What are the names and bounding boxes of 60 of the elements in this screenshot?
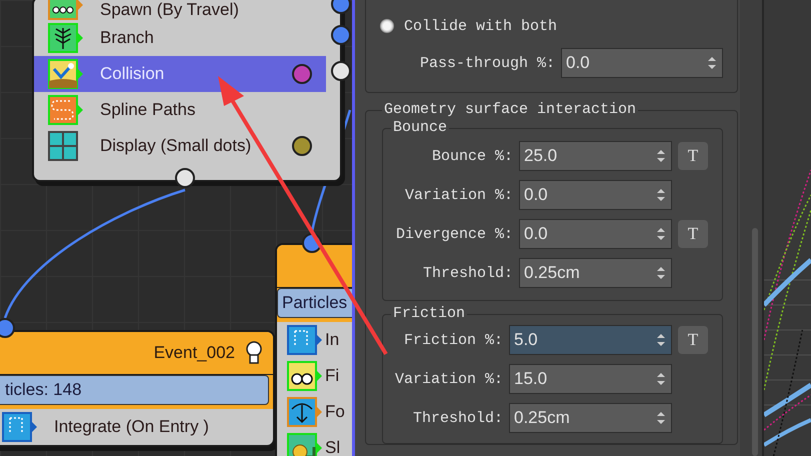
spinner-arrows-icon[interactable] — [657, 266, 665, 280]
scrollbar[interactable] — [752, 228, 758, 456]
group-title: Geometry surface interaction — [383, 101, 638, 119]
field-label: Threshold: — [412, 410, 503, 426]
operator-row[interactable]: Integrate (On Entry ) — [0, 409, 273, 445]
spinner-field[interactable]: 25.0 — [519, 141, 672, 171]
output-port[interactable] — [331, 61, 351, 81]
field-label: Friction %: — [402, 332, 503, 348]
spinner-field[interactable]: 0.0 — [519, 219, 672, 249]
event-title: Event_002 — [154, 343, 235, 363]
input-port[interactable] — [0, 318, 15, 338]
operator-row[interactable]: Branch — [34, 20, 326, 56]
spline-operator-icon — [48, 95, 84, 125]
collision-operator-icon — [48, 59, 84, 89]
integrate-operator-icon — [2, 412, 38, 442]
spinner-field[interactable]: 5.0 — [509, 325, 672, 355]
operator-row[interactable]: Spline Paths — [34, 92, 326, 128]
branch-operator-icon — [48, 23, 84, 53]
field-label: Variation %: — [394, 370, 503, 388]
spinner-arrows-icon[interactable] — [708, 56, 716, 70]
radio-label: Collide with both — [404, 18, 558, 34]
group-title: Friction — [392, 305, 466, 323]
operator-row[interactable]: Sl — [277, 430, 352, 456]
operator-row[interactable]: In — [277, 322, 352, 358]
output-port[interactable] — [331, 0, 351, 14]
field-label: Divergence %: — [394, 226, 513, 242]
toggle-button[interactable]: T — [678, 142, 708, 170]
operator-row[interactable]: Fo — [277, 394, 352, 430]
lightbulb-icon[interactable] — [245, 341, 263, 365]
operator-row[interactable]: Collision — [34, 56, 326, 92]
operator-row[interactable]: Spawn (By Travel) — [34, 0, 326, 20]
spinner-field[interactable]: 0.25cm — [509, 403, 672, 433]
spinner-field[interactable]: 0.0 — [561, 48, 723, 78]
spinner-field[interactable]: 0.0 — [519, 180, 672, 210]
field-label: Bounce %: — [430, 148, 513, 164]
output-port[interactable] — [331, 25, 351, 45]
spinner-arrows-icon[interactable] — [657, 372, 665, 386]
force-operator-icon — [287, 397, 323, 427]
spinner-arrows-icon[interactable] — [657, 149, 665, 163]
speed-operator-icon — [287, 433, 323, 456]
field-label: Pass-through %: — [418, 54, 555, 72]
find-operator-icon — [287, 361, 323, 391]
integrate-operator-icon — [287, 325, 323, 355]
toggle-button[interactable]: T — [678, 326, 708, 354]
radio-button[interactable] — [380, 19, 394, 33]
particle-count: ticles: 148 — [0, 375, 269, 405]
spinner-arrows-icon[interactable] — [657, 333, 665, 347]
operator-row[interactable]: Fi — [277, 358, 352, 394]
test-output-port[interactable] — [292, 136, 312, 156]
particle-count: Particles — [277, 288, 352, 318]
field-label: Variation %: — [404, 186, 513, 204]
operator-row[interactable]: Display (Small dots) — [34, 128, 326, 164]
spinner-arrows-icon[interactable] — [657, 227, 665, 241]
toggle-button[interactable]: T — [678, 220, 708, 248]
spinner-arrows-icon[interactable] — [657, 188, 665, 202]
spinner-field[interactable]: 0.25cm — [519, 258, 672, 288]
field-label: Threshold: — [422, 264, 513, 282]
spinner-arrows-icon[interactable] — [657, 411, 665, 425]
spinner-field[interactable]: 15.0 — [509, 364, 672, 394]
group-title: Bounce — [392, 119, 448, 137]
